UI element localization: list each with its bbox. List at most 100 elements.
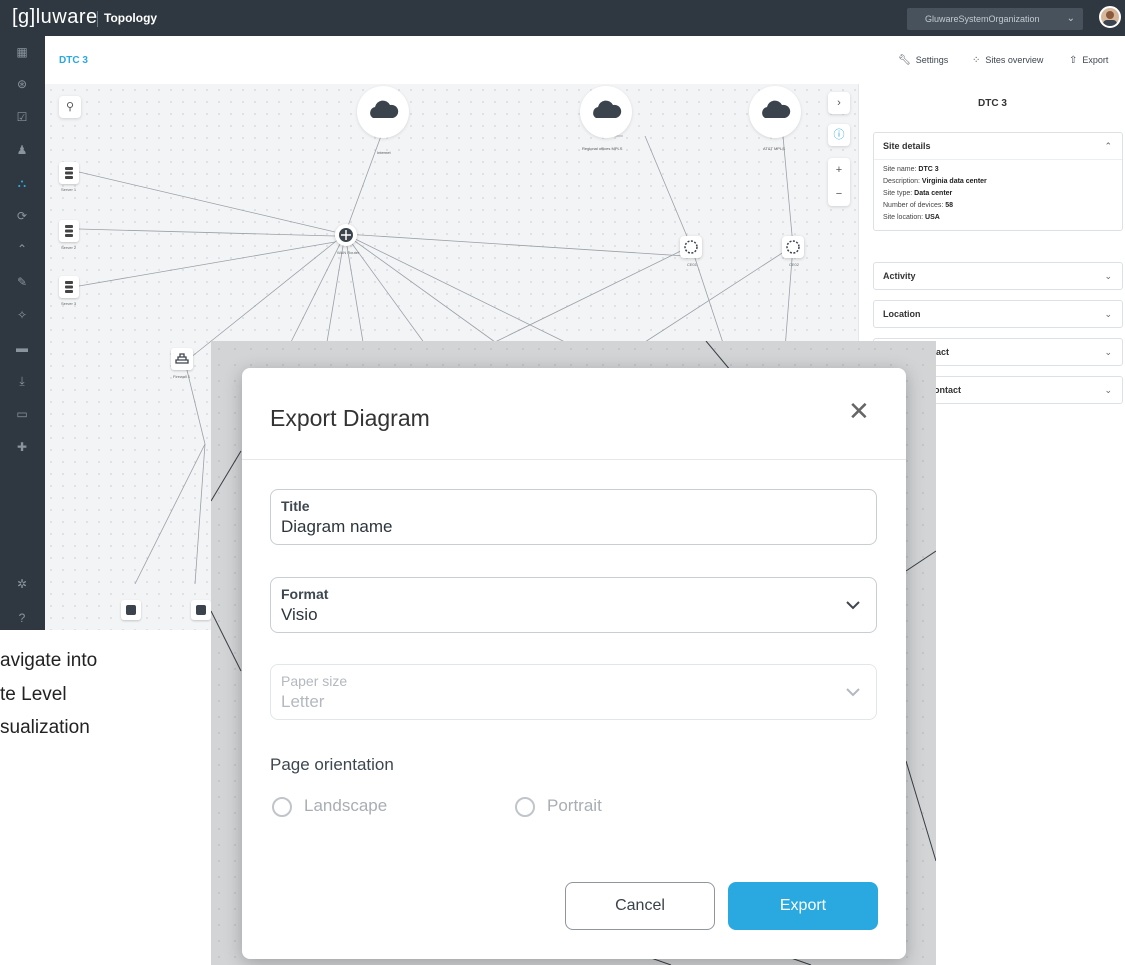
wrench-icon: 🔧︎ (898, 55, 911, 66)
format-select-label: Format (281, 586, 329, 602)
cancel-button[interactable]: Cancel (565, 882, 715, 930)
info-button[interactable]: ⓘ (828, 124, 850, 146)
chevron-down-icon (846, 681, 860, 702)
settings-button[interactable]: 🔧︎ Settings (898, 55, 948, 66)
collapse-panel-button[interactable]: › (828, 92, 850, 114)
zoom-out-button[interactable]: − (828, 182, 850, 206)
switch-icon (786, 240, 800, 254)
server-icon (65, 167, 73, 179)
cloud-node[interactable] (357, 86, 409, 138)
wrench-icon[interactable]: ✧ (14, 307, 30, 323)
switch-label: CE02 (789, 262, 800, 267)
portrait-radio[interactable]: Portrait (515, 796, 602, 817)
firewall-label: Firewall 1 (173, 374, 191, 379)
zoom-in-button[interactable]: + (828, 158, 850, 182)
checklist-icon[interactable]: ☑ (14, 109, 30, 125)
user-avatar-icon (1103, 11, 1117, 26)
calendar-icon[interactable]: ▭ (14, 406, 30, 422)
contact-heading: act (936, 347, 950, 357)
export-submit-button[interactable]: Export (728, 882, 878, 930)
title-field[interactable]: Title Diagram name (270, 489, 877, 545)
switch-node[interactable] (680, 236, 702, 258)
puzzle-icon[interactable]: ✚ (14, 439, 30, 455)
export-label: Export (1082, 55, 1109, 65)
sites-icon: ⁘ (972, 55, 981, 66)
contact-heading: ontact (934, 385, 961, 395)
switch-label: CE01 (687, 262, 698, 267)
close-button[interactable]: ✕ (848, 396, 870, 426)
download-icon[interactable]: ⤓ (14, 373, 30, 389)
landscape-radio[interactable]: Landscape (272, 796, 387, 817)
chevron-up-icon: ⌃ (1104, 141, 1112, 151)
site-details-section: Site details ⌃ Site name: DTC 3 Descript… (873, 132, 1123, 231)
settings-label: Settings (915, 55, 949, 65)
activity-section[interactable]: Activity ⌄ (873, 262, 1123, 290)
zoom-controls: + − (828, 158, 850, 206)
cloud-node[interactable] (749, 86, 801, 138)
device-icon (196, 605, 206, 615)
paper-size-value: Letter (281, 692, 325, 711)
app-name: Topology (104, 11, 158, 25)
server-node[interactable] (59, 220, 79, 242)
cloud-label: Internet (377, 150, 391, 155)
cloud-icon (762, 100, 791, 118)
site-details-header[interactable]: Site details ⌃ (874, 133, 1122, 159)
firewall-node[interactable] (171, 348, 193, 370)
monitor-icon[interactable]: ▬ (14, 340, 30, 356)
divider (242, 459, 906, 460)
site-details-body: Site name: DTC 3 Description: Virginia d… (874, 159, 1122, 230)
caption-line: te Level (0, 684, 67, 705)
device-node[interactable] (121, 600, 141, 620)
radio-circle (515, 796, 535, 817)
page-orientation-label: Page orientation (270, 755, 394, 774)
landscape-label: Landscape (304, 796, 388, 815)
chevron-down-icon: ⌄ (1104, 271, 1112, 281)
chevron-down-icon (846, 594, 860, 615)
gear-icon[interactable]: ✲ (14, 576, 30, 592)
export-button[interactable]: ⇧ Export (1069, 55, 1108, 66)
topology-icon[interactable]: ⛬ (14, 175, 30, 191)
search-button[interactable]: ⚲ (59, 96, 81, 118)
chevron-down-icon: ⌄ (1104, 347, 1112, 357)
router-node[interactable] (335, 224, 357, 246)
server-icon (65, 281, 73, 293)
device-icon (126, 605, 136, 615)
cloud-label: AT&T MPLS (763, 146, 785, 151)
format-select-value: Visio (281, 605, 318, 624)
description-row: Description: Virginia data center (883, 178, 987, 185)
radio-circle (272, 796, 292, 817)
title-field-value: Diagram name (281, 517, 393, 536)
activity-heading: Activity (883, 271, 916, 281)
server-label: Server 2 (61, 245, 77, 250)
router-label: WAN Router (337, 250, 360, 255)
switch-node[interactable] (782, 236, 804, 258)
divider (97, 11, 98, 27)
server-node[interactable] (59, 162, 79, 184)
site-name-row: Site name: DTC 3 (883, 166, 939, 173)
top-bar: [g]luware Topology GluwareSystemOrganiza… (0, 0, 1125, 36)
chevron-up-icon[interactable]: ⌃ (14, 241, 30, 257)
location-section[interactable]: Location ⌄ (873, 300, 1123, 328)
help-icon[interactable]: ? (14, 610, 30, 626)
format-select[interactable]: Format Visio (270, 577, 877, 633)
brand-logo[interactable]: [g]luware (12, 6, 98, 29)
avatar[interactable] (1099, 6, 1121, 28)
server-node[interactable] (59, 276, 79, 298)
device-node[interactable] (191, 600, 211, 620)
organization-select[interactable]: GluwareSystemOrganization ⌄ (907, 8, 1083, 30)
edit-icon[interactable]: ✎ (14, 274, 30, 290)
info-icon: ⓘ (833, 129, 845, 141)
robot-icon[interactable]: ♟ (14, 142, 30, 158)
server-icon (65, 225, 73, 237)
sites-overview-button[interactable]: ⁘ Sites overview (972, 55, 1043, 66)
cloud-icon (593, 100, 622, 118)
sync-icon[interactable]: ⟳ (14, 208, 30, 224)
location-heading: Location (883, 309, 921, 319)
panel-title: DTC 3 (978, 98, 1007, 109)
cloud-node[interactable] (580, 86, 632, 138)
chevron-down-icon: ⌄ (1066, 13, 1075, 24)
breadcrumb[interactable]: DTC 3 (59, 55, 88, 66)
dashboard-icon[interactable]: ▦ (14, 44, 30, 60)
network-icon[interactable]: ⊛ (14, 76, 30, 92)
chevron-right-icon: › (837, 97, 841, 109)
